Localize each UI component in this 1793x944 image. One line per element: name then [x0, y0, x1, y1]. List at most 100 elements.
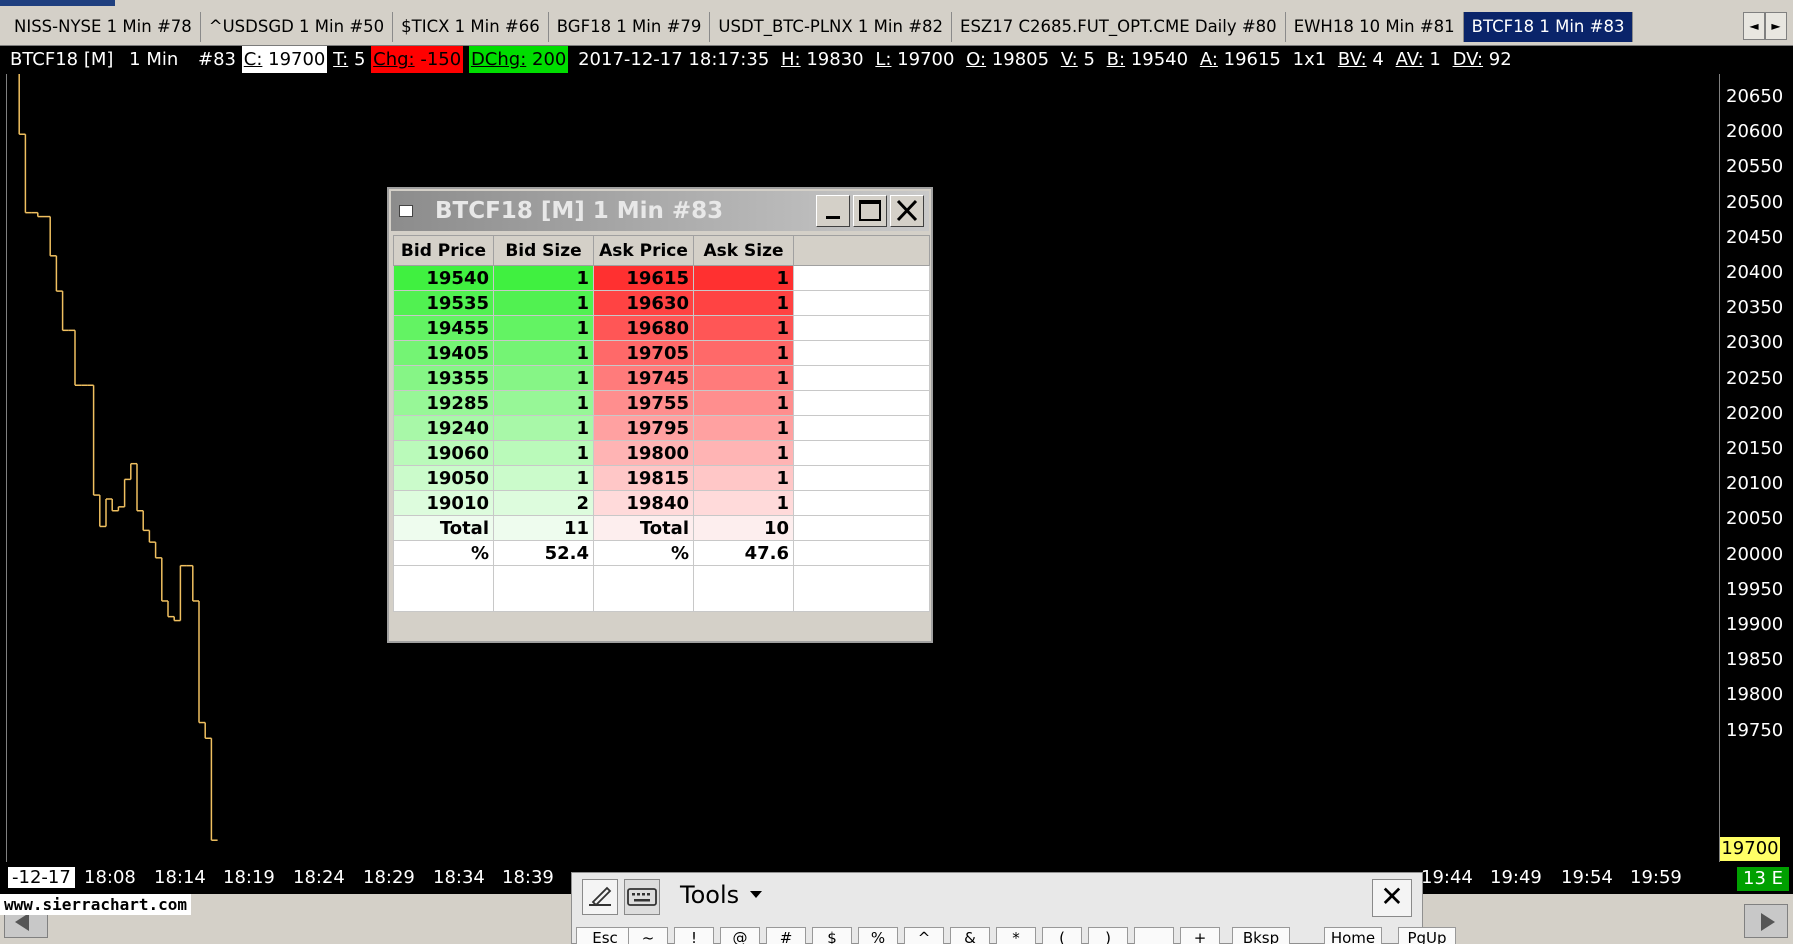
ask-price-cell[interactable]: 19795 — [593, 415, 694, 441]
dom-row[interactable]: 19540 1 19615 1 — [393, 265, 930, 291]
ask-size-cell[interactable]: 1 — [693, 390, 794, 416]
tab-next-icon[interactable]: ► — [1765, 12, 1787, 40]
dom-row[interactable]: 19355 1 19745 1 — [393, 365, 930, 391]
price-tick-label: 20300 — [1726, 332, 1784, 354]
ask-price-cell[interactable]: 19815 — [593, 465, 694, 491]
tab-chart-0[interactable]: NISS-NYSE 1 Min #78 — [6, 12, 201, 42]
ask-price-cell[interactable]: 19615 — [593, 265, 694, 291]
keyboard-key[interactable]: ! — [674, 927, 714, 944]
ask-size-cell[interactable]: 1 — [693, 440, 794, 466]
ask-size-cell[interactable]: 1 — [693, 290, 794, 316]
price-axis[interactable]: 20650 20600 20550 20500 20450 20400 20350 20300… — [1719, 74, 1793, 862]
ask-size-cell[interactable]: 1 — [693, 465, 794, 491]
bid-price-cell[interactable]: 19285 — [393, 390, 494, 416]
pencil-icon — [589, 886, 612, 907]
minimize-icon — [826, 216, 840, 219]
keyboard-key[interactable]: ^ — [904, 927, 944, 944]
header-bid-size[interactable]: Bid Size — [493, 235, 594, 266]
keyboard-key[interactable]: & — [950, 927, 990, 944]
keyboard-key[interactable]: ) — [1088, 927, 1128, 944]
market-depth-window[interactable]: BTCF18 [M] 1 Min #83 Bid Price Bid Size … — [387, 187, 933, 643]
scroll-right-button[interactable] — [1744, 904, 1788, 938]
dom-row[interactable]: 19455 1 19680 1 — [393, 315, 930, 341]
bid-price-cell[interactable]: 19060 — [393, 440, 494, 466]
tab-chart-4[interactable]: USDT_BTC-PLNX 1 Min #82 — [710, 12, 953, 42]
ask-price-cell[interactable]: 19705 — [593, 340, 694, 366]
bid-price-cell[interactable]: 19455 — [393, 315, 494, 341]
dom-title-bar[interactable]: BTCF18 [M] 1 Min #83 — [391, 191, 929, 231]
ask-size-cell[interactable]: 1 — [693, 265, 794, 291]
bid-size-cell[interactable]: 2 — [493, 490, 594, 516]
dom-row[interactable]: 19285 1 19755 1 — [393, 390, 930, 416]
edit-pencil-button[interactable] — [582, 879, 618, 915]
bid-price-cell[interactable]: 19240 — [393, 415, 494, 441]
keyboard-key[interactable]: Esc — [576, 927, 634, 944]
keyboard-key[interactable]: + — [1180, 927, 1220, 944]
bid-size-cell[interactable]: 1 — [493, 315, 594, 341]
price-tick-label: 20450 — [1726, 226, 1784, 248]
maximize-button[interactable] — [853, 195, 887, 227]
bid-size-cell[interactable]: 1 — [493, 365, 594, 391]
header-ask-size[interactable]: Ask Size — [693, 235, 794, 266]
open-price: O: 19805 — [966, 49, 1050, 70]
bid-size-cell[interactable]: 1 — [493, 390, 594, 416]
keyboard-key[interactable]: % — [858, 927, 898, 944]
tab-chart-1[interactable]: ^USDSGD 1 Min #50 — [201, 12, 394, 42]
dom-row[interactable]: 19240 1 19795 1 — [393, 415, 930, 441]
ask-price-cell[interactable]: 19630 — [593, 290, 694, 316]
ask-price-cell[interactable]: 19680 — [593, 315, 694, 341]
keyboard-key[interactable]: Bksp — [1232, 927, 1290, 944]
ask-size-cell[interactable]: 1 — [693, 415, 794, 441]
dom-row[interactable]: 19060 1 19800 1 — [393, 440, 930, 466]
minimize-button[interactable] — [816, 195, 850, 227]
bid-size-cell[interactable]: 1 — [493, 465, 594, 491]
tools-menu-label[interactable]: Tools — [680, 881, 739, 909]
bid-price-cell[interactable]: 19050 — [393, 465, 494, 491]
keyboard-key[interactable]: ( — [1042, 927, 1082, 944]
keyboard-key[interactable]: * — [996, 927, 1036, 944]
dom-row[interactable]: 19050 1 19815 1 — [393, 465, 930, 491]
ask-price-cell[interactable]: 19840 — [593, 490, 694, 516]
bid-price-cell[interactable]: 19405 — [393, 340, 494, 366]
tab-chart-6[interactable]: EWH18 10 Min #81 — [1286, 12, 1464, 42]
tab-chart-5[interactable]: ESZ17 C2685.FUT_OPT.CME Daily #80 — [952, 12, 1286, 42]
bid-size-cell[interactable]: 1 — [493, 290, 594, 316]
keyboard-key[interactable]: # — [766, 927, 806, 944]
dom-row[interactable]: 19535 1 19630 1 — [393, 290, 930, 316]
keyboard-key[interactable]: Home — [1324, 927, 1382, 944]
bid-price-cell[interactable]: 19535 — [393, 290, 494, 316]
bid-price-cell[interactable]: 19010 — [393, 490, 494, 516]
bid-size-cell[interactable]: 1 — [493, 415, 594, 441]
keyboard-key[interactable]: @ — [720, 927, 760, 944]
ask-size-cell[interactable]: 1 — [693, 340, 794, 366]
bid-size-cell[interactable]: 1 — [493, 265, 594, 291]
ask-size-cell[interactable]: 1 — [693, 365, 794, 391]
bid-size-cell[interactable]: 1 — [493, 340, 594, 366]
ask-size-cell[interactable]: 1 — [693, 315, 794, 341]
bid-price-cell[interactable]: 19540 — [393, 265, 494, 291]
keyboard-close-button[interactable]: ✕ — [1372, 879, 1412, 917]
ask-size-cell[interactable]: 1 — [693, 490, 794, 516]
chevron-down-icon[interactable] — [750, 891, 762, 898]
ask-price-cell[interactable]: 19800 — [593, 440, 694, 466]
header-ask-price[interactable]: Ask Price — [593, 235, 694, 266]
ask-price-cell[interactable]: 19755 — [593, 390, 694, 416]
price-tick-label: 20100 — [1726, 473, 1784, 495]
bid-size-cell[interactable]: 1 — [493, 440, 594, 466]
tab-chart-3[interactable]: BGF18 1 Min #79 — [549, 12, 711, 42]
dom-row[interactable]: 19010 2 19840 1 — [393, 490, 930, 516]
keyboard-key[interactable]: ~ — [628, 927, 668, 944]
keyboard-key[interactable]: _ — [1134, 927, 1174, 944]
bid-price-cell[interactable]: 19355 — [393, 365, 494, 391]
keyboard-key[interactable]: PgUp — [1398, 927, 1456, 944]
tab-prev-icon[interactable]: ◄ — [1743, 12, 1765, 40]
dom-row[interactable]: 19405 1 19705 1 — [393, 340, 930, 366]
keyboard-key[interactable]: $ — [812, 927, 852, 944]
tab-chart-2[interactable]: $TICX 1 Min #66 — [393, 12, 549, 42]
ask-price-cell[interactable]: 19745 — [593, 365, 694, 391]
keyboard-toggle-button[interactable] — [624, 879, 660, 915]
price-tick-label: 20150 — [1726, 438, 1784, 459]
header-bid-price[interactable]: Bid Price — [393, 235, 494, 266]
tab-chart-7[interactable]: BTCF18 1 Min #83 — [1463, 12, 1634, 42]
close-button[interactable] — [890, 195, 924, 227]
